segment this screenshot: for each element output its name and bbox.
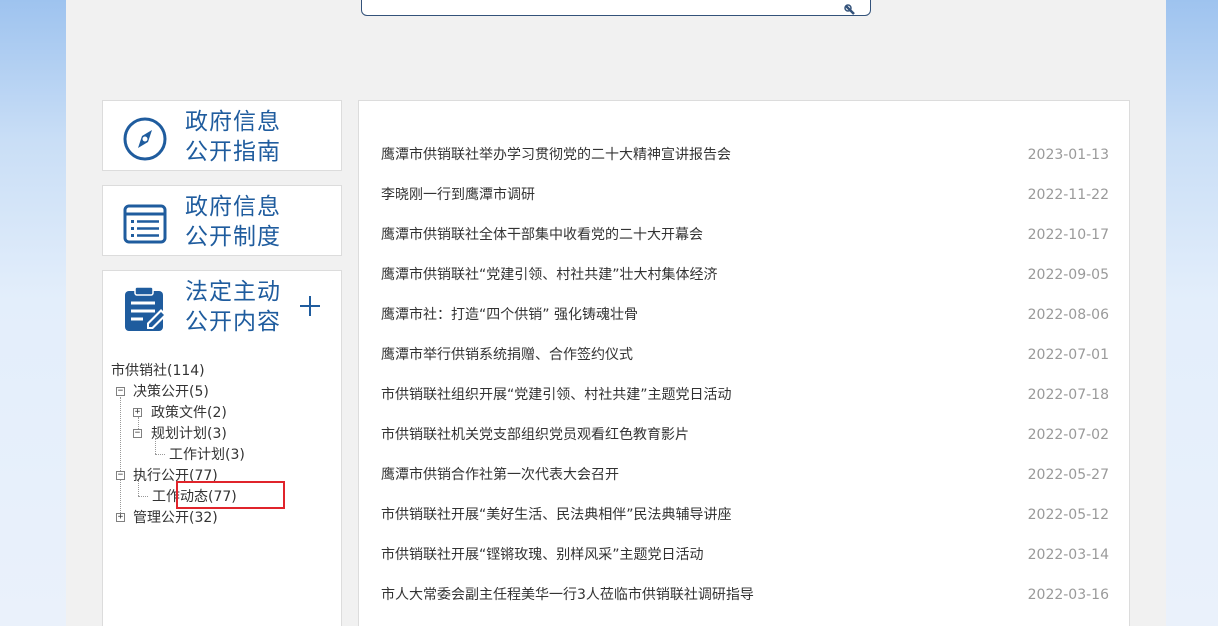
article-date: 2022-08-06 xyxy=(1027,307,1109,323)
list-item[interactable]: 鹰潭市供销合作社第一次代表大会召开 2022-05-27 xyxy=(381,465,1109,485)
card-title-line2: 公开内容 xyxy=(185,309,281,335)
search-box[interactable] xyxy=(361,0,871,16)
category-tree: 市供销社(114) − 决策公开(5) + 政策文件(2) − 规划计划(3) … xyxy=(102,344,342,626)
card-title: 政府信息 公开指南 xyxy=(185,107,281,167)
collapse-icon[interactable]: − xyxy=(133,429,142,438)
card-title-line2: 公开指南 xyxy=(185,139,281,165)
list-item[interactable]: 市供销联社机关党支部组织党员观看红色教育影片 2022-07-02 xyxy=(381,425,1109,445)
list-item[interactable]: 市供销联社开展“美好生活、民法典相伴”民法典辅导讲座 2022-05-12 xyxy=(381,505,1109,525)
article-date: 2022-11-22 xyxy=(1027,187,1109,203)
card-title-line1: 法定主动 xyxy=(185,279,281,305)
article-title[interactable]: 鹰潭市供销联社“党建引领、村社共建”壮大村集体经济 xyxy=(381,265,718,285)
list-item[interactable]: 市人大常委会副主任程美华一行3人莅临市供销联社调研指导 2022-03-16 xyxy=(381,585,1109,605)
article-title[interactable]: 市人大常委会副主任程美华一行3人莅临市供销联社调研指导 xyxy=(381,585,754,605)
expand-icon[interactable]: + xyxy=(133,408,142,417)
article-date: 2022-09-05 xyxy=(1027,267,1109,283)
card-title-line1: 政府信息 xyxy=(185,109,281,135)
article-list: 鹰潭市供销联社举办学习贯彻党的二十大精神宣讲报告会 2023-01-13 李晓刚… xyxy=(358,100,1130,626)
clipboard-edit-icon xyxy=(125,286,167,331)
list-item[interactable]: 鹰潭市供销联社举办学习贯彻党的二十大精神宣讲报告会 2023-01-13 xyxy=(381,145,1109,165)
document-list-icon xyxy=(123,204,167,244)
list-item[interactable]: 鹰潭市举行供销系统捐赠、合作签约仪式 2022-07-01 xyxy=(381,345,1109,365)
article-title[interactable]: 鹰潭市供销联社举办学习贯彻党的二十大精神宣讲报告会 xyxy=(381,145,731,165)
list-item[interactable]: 市供销联社开展“铿锵玫瑰、别样风采”主题党日活动 2022-03-14 xyxy=(381,545,1109,565)
compass-icon xyxy=(123,117,167,161)
article-title[interactable]: 市供销联社开展“铿锵玫瑰、别样风采”主题党日活动 xyxy=(381,545,704,565)
article-date: 2022-05-27 xyxy=(1027,467,1109,483)
article-title[interactable]: 鹰潭市举行供销系统捐赠、合作签约仪式 xyxy=(381,345,633,365)
tree-node-policy[interactable]: 政策文件(2) xyxy=(151,403,227,423)
tree-node-decision[interactable]: 决策公开(5) xyxy=(133,382,209,402)
article-date: 2023-01-13 xyxy=(1027,147,1109,163)
card-info-system[interactable]: 政府信息 公开制度 xyxy=(102,185,342,256)
collapse-icon[interactable]: − xyxy=(116,471,125,480)
tree-line xyxy=(155,454,165,455)
list-item[interactable]: 鹰潭市社：打造“四个供销” 强化铸魂壮骨 2022-08-06 xyxy=(381,305,1109,325)
card-title-line2: 公开制度 xyxy=(185,224,281,250)
article-date: 2022-07-18 xyxy=(1027,387,1109,403)
list-item[interactable]: 鹰潭市供销联社全体干部集中收看党的二十大开幕会 2022-10-17 xyxy=(381,225,1109,245)
tree-node-root[interactable]: 市供销社(114) xyxy=(111,361,205,381)
tree-node-management[interactable]: 管理公开(32) xyxy=(133,508,218,528)
card-title-line1: 政府信息 xyxy=(185,194,281,220)
tree-line xyxy=(120,397,121,519)
article-title[interactable]: 市供销联社机关党支部组织党员观看红色教育影片 xyxy=(381,425,689,445)
card-title: 法定主动 公开内容 xyxy=(185,277,281,337)
article-date: 2022-03-16 xyxy=(1027,587,1109,603)
article-title[interactable]: 鹰潭市供销联社全体干部集中收看党的二十大开幕会 xyxy=(381,225,703,245)
card-mandatory-disclosure[interactable]: 法定主动 公开内容 xyxy=(102,270,342,345)
article-date: 2022-03-14 xyxy=(1027,547,1109,563)
collapse-icon[interactable]: − xyxy=(116,387,125,396)
card-info-guide[interactable]: 政府信息 公开指南 xyxy=(102,100,342,171)
tree-node-work-plan[interactable]: 工作计划(3) xyxy=(169,445,245,465)
expand-icon[interactable]: + xyxy=(116,513,125,522)
article-date: 2022-07-01 xyxy=(1027,347,1109,363)
article-title[interactable]: 市供销联社组织开展“党建引领、村社共建”主题党日活动 xyxy=(381,385,732,405)
page-container: 政府信息 公开指南 政府信息 公开制度 法定主动 公开内容 市供销社(114) … xyxy=(66,0,1166,626)
article-date: 2022-05-12 xyxy=(1027,507,1109,523)
article-date: 2022-07-02 xyxy=(1027,427,1109,443)
search-icon[interactable] xyxy=(844,4,856,16)
article-date: 2022-10-17 xyxy=(1027,227,1109,243)
selected-highlight xyxy=(176,481,285,509)
article-title[interactable]: 鹰潭市社：打造“四个供销” 强化铸魂壮骨 xyxy=(381,305,638,325)
article-title[interactable]: 李晓刚一行到鹰潭市调研 xyxy=(381,185,535,205)
list-item[interactable]: 鹰潭市供销联社“党建引领、村社共建”壮大村集体经济 2022-09-05 xyxy=(381,265,1109,285)
list-item[interactable]: 市供销联社组织开展“党建引领、村社共建”主题党日活动 2022-07-18 xyxy=(381,385,1109,405)
plus-icon[interactable] xyxy=(299,295,321,317)
article-title[interactable]: 鹰潭市供销合作社第一次代表大会召开 xyxy=(381,465,619,485)
tree-line xyxy=(138,496,148,497)
article-title[interactable]: 市供销联社开展“美好生活、民法典相伴”民法典辅导讲座 xyxy=(381,505,732,525)
list-item[interactable]: 李晓刚一行到鹰潭市调研 2022-11-22 xyxy=(381,185,1109,205)
card-title: 政府信息 公开制度 xyxy=(185,192,281,252)
tree-node-plan[interactable]: 规划计划(3) xyxy=(151,424,227,444)
